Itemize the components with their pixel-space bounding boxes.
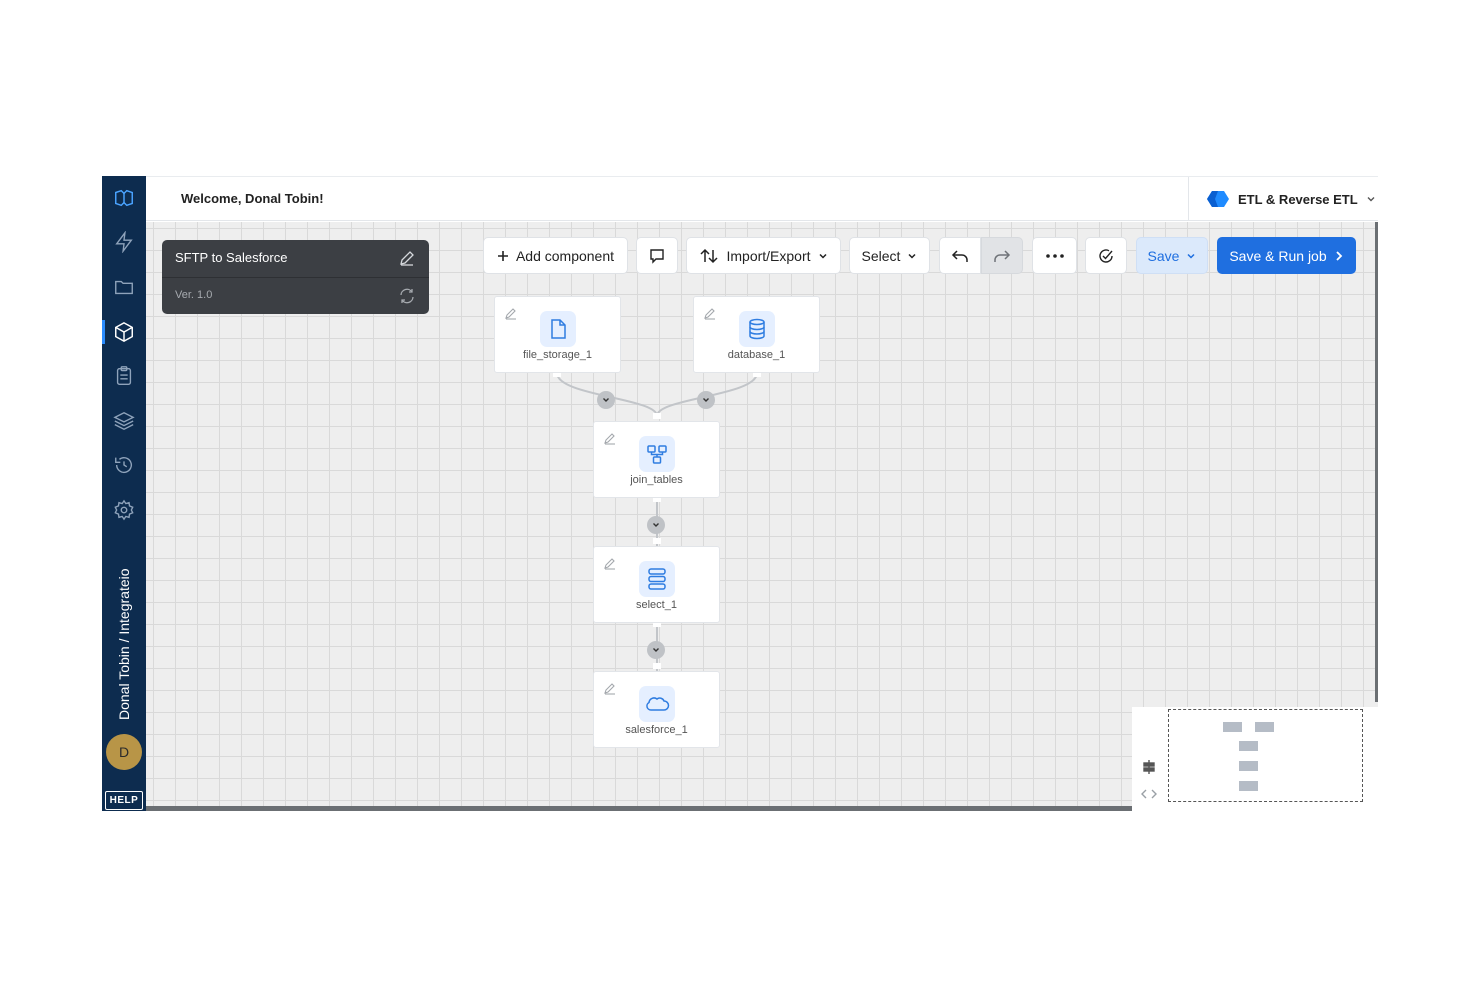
node-label: select_1 <box>636 599 677 611</box>
save-button[interactable]: Save <box>1136 237 1208 274</box>
integrate-logo-icon[interactable] <box>112 186 136 210</box>
chevron-down-icon <box>703 398 709 402</box>
save-label: Save <box>1147 247 1180 264</box>
node-select[interactable]: select_1 <box>593 546 720 623</box>
redo-icon <box>994 249 1011 262</box>
node-label: database_1 <box>727 349 786 361</box>
app-window: Donal Tobin / Integrateio D HELP Welcome… <box>102 176 1378 811</box>
top-bar: Welcome, Donal Tobin! ETL & Reverse ETL <box>146 176 1378 221</box>
redo-button[interactable] <box>981 237 1023 274</box>
chevron-down-icon <box>1367 197 1375 202</box>
gear-icon[interactable] <box>112 498 136 522</box>
comment-button[interactable] <box>636 237 678 274</box>
node-label: salesforce_1 <box>625 724 688 736</box>
fit-view-icon[interactable] <box>1142 759 1156 775</box>
sidebar: Donal Tobin / Integrateio D HELP <box>102 176 146 811</box>
history-icon[interactable] <box>112 453 136 477</box>
more-dots-icon <box>1045 253 1064 258</box>
node-salesforce[interactable]: salesforce_1 <box>593 671 720 748</box>
node-database[interactable]: database_1 <box>693 296 820 373</box>
add-component-button[interactable]: Add component <box>483 237 628 274</box>
chevron-right-icon <box>1336 250 1342 261</box>
active-indicator <box>102 320 105 344</box>
undo-button[interactable] <box>939 237 981 274</box>
horizontal-scrollbar[interactable] <box>146 806 1146 811</box>
cloud-icon <box>639 686 675 722</box>
vertical-scrollbar[interactable] <box>1375 222 1378 702</box>
minimap-viewport[interactable] <box>1168 709 1363 802</box>
pencil-icon[interactable] <box>398 249 416 267</box>
product-logo-icon <box>1207 191 1229 207</box>
arrows-updown-icon <box>700 248 719 263</box>
file-icon <box>540 311 576 347</box>
node-label: file_storage_1 <box>522 349 593 361</box>
avatar[interactable]: D <box>106 734 142 770</box>
undo-icon <box>951 249 968 262</box>
pencil-icon[interactable] <box>603 556 617 570</box>
node-file-storage[interactable]: file_storage_1 <box>494 296 621 373</box>
plus-icon <box>497 250 508 261</box>
chevron-down-icon <box>653 523 659 527</box>
clipboard-icon[interactable] <box>112 364 136 388</box>
layers-icon[interactable] <box>112 409 136 433</box>
code-icon[interactable] <box>1141 788 1157 800</box>
pencil-icon[interactable] <box>703 306 717 320</box>
link-toggle-button[interactable] <box>647 641 665 659</box>
chevron-down-icon <box>1187 253 1195 259</box>
link-toggle-button[interactable] <box>597 391 615 409</box>
link-toggle-button[interactable] <box>647 516 665 534</box>
database-icon <box>739 311 775 347</box>
pencil-icon[interactable] <box>504 306 518 320</box>
job-version: Ver. 1.0 <box>175 289 213 301</box>
minimap-controls <box>1132 707 1166 811</box>
select-icon <box>639 561 675 597</box>
package-icon[interactable] <box>112 320 136 344</box>
lightning-icon[interactable] <box>112 230 136 254</box>
chevron-down-icon <box>603 398 609 402</box>
node-join-tables[interactable]: join_tables <box>593 421 720 498</box>
refresh-icon[interactable] <box>398 287 416 305</box>
import-export-label: Import/Export <box>726 247 811 264</box>
job-name: SFTP to Salesforce <box>175 250 288 265</box>
welcome-text: Welcome, Donal Tobin! <box>181 191 324 206</box>
select-label: Select <box>861 247 901 264</box>
chevron-down-icon <box>908 253 916 259</box>
link-toggle-button[interactable] <box>697 391 715 409</box>
validate-button[interactable] <box>1085 237 1127 274</box>
save-run-label: Save & Run job <box>1229 247 1327 264</box>
join-icon <box>639 436 675 472</box>
workspace-label[interactable]: Donal Tobin / Integrateio <box>112 556 136 720</box>
chevron-down-icon <box>653 648 659 652</box>
add-component-label: Add component <box>515 247 615 264</box>
more-button[interactable] <box>1032 237 1077 274</box>
node-label: join_tables <box>630 474 683 486</box>
pencil-icon[interactable] <box>603 431 617 445</box>
folder-icon[interactable] <box>112 275 136 299</box>
product-switcher[interactable]: ETL & Reverse ETL <box>1188 177 1378 221</box>
divider <box>162 277 429 278</box>
import-export-button[interactable]: Import/Export <box>686 237 841 274</box>
help-button[interactable]: HELP <box>105 791 143 810</box>
job-info-panel: SFTP to Salesforce Ver. 1.0 <box>162 240 429 314</box>
save-run-job-button[interactable]: Save & Run job <box>1217 237 1356 274</box>
product-label: ETL & Reverse ETL <box>1238 191 1358 207</box>
select-button[interactable]: Select <box>849 237 930 274</box>
comment-icon <box>650 248 664 264</box>
pencil-icon[interactable] <box>603 681 617 695</box>
chevron-down-icon <box>818 253 827 259</box>
check-circle-icon <box>1099 248 1113 263</box>
